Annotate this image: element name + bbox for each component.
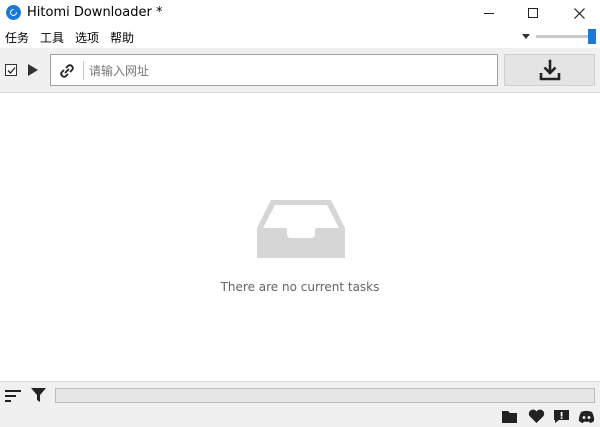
menu-bar: 任务 工具 选项 帮助 bbox=[0, 26, 600, 48]
close-icon bbox=[573, 7, 585, 19]
menu-tools[interactable]: 工具 bbox=[40, 29, 64, 46]
download-icon bbox=[539, 59, 560, 81]
toolbar bbox=[0, 48, 600, 93]
checkbox-checked-icon[interactable] bbox=[5, 64, 17, 76]
url-field[interactable] bbox=[50, 54, 498, 86]
folder-icon[interactable] bbox=[501, 409, 518, 424]
feedback-icon[interactable] bbox=[553, 409, 570, 424]
play-icon[interactable] bbox=[28, 64, 38, 76]
zoom-slider-handle[interactable] bbox=[588, 29, 596, 44]
url-divider bbox=[83, 61, 84, 80]
empty-message: There are no current tasks bbox=[220, 280, 380, 294]
maximize-button[interactable] bbox=[510, 0, 556, 26]
bottom-bar bbox=[0, 381, 600, 409]
progress-bar bbox=[55, 388, 595, 403]
heart-icon[interactable] bbox=[528, 409, 545, 424]
menu-options[interactable]: 选项 bbox=[75, 29, 99, 46]
minimize-button[interactable] bbox=[466, 0, 512, 26]
menu-help[interactable]: 帮助 bbox=[110, 29, 134, 46]
hitomi-app-icon[interactable] bbox=[6, 5, 21, 20]
inbox-tray-icon bbox=[257, 200, 345, 258]
task-list: There are no current tasks bbox=[0, 94, 600, 381]
title-bar: Hitomi Downloader * bbox=[0, 0, 600, 26]
sort-icon[interactable] bbox=[5, 390, 21, 402]
zoom-slider-track[interactable] bbox=[536, 35, 592, 38]
menu-task[interactable]: 任务 bbox=[5, 29, 29, 46]
maximize-icon bbox=[528, 8, 538, 18]
minimize-icon bbox=[484, 12, 494, 14]
discord-icon[interactable] bbox=[578, 409, 595, 424]
close-button[interactable] bbox=[556, 0, 600, 26]
link-icon bbox=[60, 64, 74, 78]
download-button[interactable] bbox=[504, 54, 595, 86]
filter-icon[interactable] bbox=[31, 388, 46, 403]
status-bar bbox=[0, 409, 600, 427]
url-input[interactable] bbox=[89, 61, 489, 80]
window-title: Hitomi Downloader * bbox=[27, 5, 163, 20]
zoom-dropdown-caret-icon[interactable] bbox=[522, 34, 530, 39]
